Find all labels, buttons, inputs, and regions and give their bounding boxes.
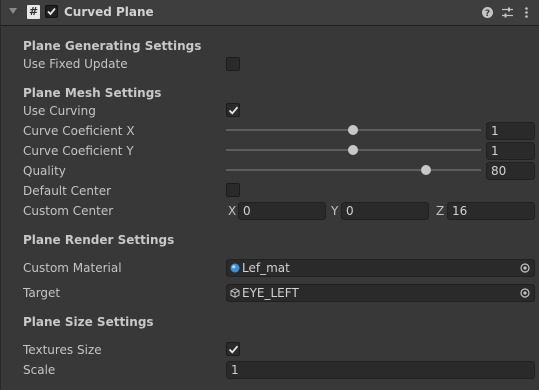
target-label: Target: [23, 286, 61, 300]
presets-icon[interactable]: [501, 6, 514, 19]
custom-center-x-input[interactable]: 0: [238, 202, 326, 220]
target-value: EYE_LEFT: [242, 286, 299, 300]
target-field[interactable]: EYE_LEFT: [226, 284, 535, 302]
quality-slider-track[interactable]: [226, 169, 481, 171]
section-render-settings: Plane Render Settings: [23, 233, 175, 247]
object-picker-icon[interactable]: [520, 263, 530, 273]
quality-label: Quality: [23, 164, 66, 178]
object-picker-icon[interactable]: [520, 288, 530, 298]
scale-input[interactable]: 1: [226, 361, 535, 379]
custom-material-value: Lef_mat: [242, 261, 290, 275]
curve-x-slider-thumb[interactable]: [348, 125, 358, 135]
use-fixed-update-checkbox[interactable]: [226, 57, 240, 71]
textures-size-label: Textures Size: [23, 343, 102, 357]
section-mesh-settings: Plane Mesh Settings: [23, 86, 162, 100]
custom-center-y-label: Y: [331, 204, 339, 218]
curve-x-label: Curve Coeficient X: [23, 124, 135, 138]
use-curving-label: Use Curving: [23, 104, 96, 118]
script-icon: #: [27, 5, 40, 19]
quality-input[interactable]: 80: [486, 162, 535, 180]
curve-y-slider-thumb[interactable]: [348, 145, 358, 155]
custom-center-z-input[interactable]: 16: [447, 202, 535, 220]
svg-text:?: ?: [485, 9, 490, 19]
custom-center-x-label: X: [228, 204, 237, 218]
gameobject-cube-icon: [230, 288, 240, 298]
default-center-label: Default Center: [23, 184, 112, 198]
checkmark-icon: [47, 7, 56, 16]
scale-label: Scale: [23, 363, 56, 377]
foldout-arrow-icon[interactable]: [9, 8, 17, 14]
custom-material-field[interactable]: Lef_mat: [226, 259, 535, 277]
component-title: Curved Plane: [64, 5, 154, 19]
quality-slider-thumb[interactable]: [421, 165, 431, 175]
curve-x-input[interactable]: 1: [486, 122, 535, 140]
custom-center-y-input[interactable]: 0: [341, 202, 429, 220]
section-generating-settings: Plane Generating Settings: [23, 39, 202, 53]
help-icon[interactable]: ?: [481, 6, 494, 19]
curve-y-input[interactable]: 1: [486, 142, 535, 160]
default-center-checkbox[interactable]: [226, 183, 240, 197]
kebab-menu-icon[interactable]: [520, 6, 533, 19]
material-icon: [230, 263, 240, 273]
section-size-settings: Plane Size Settings: [23, 315, 154, 329]
component-enabled-checkbox[interactable]: [45, 5, 58, 18]
inspector-component-panel: # Curved Plane ? Plane Generating Settin…: [0, 0, 539, 390]
checkmark-icon: [228, 106, 239, 115]
use-curving-checkbox[interactable]: [226, 103, 240, 117]
checkmark-icon: [228, 345, 239, 354]
curve-y-label: Curve Coeficient Y: [23, 144, 134, 158]
custom-center-z-label: Z: [436, 204, 445, 218]
custom-material-label: Custom Material: [23, 261, 122, 275]
use-fixed-update-label: Use Fixed Update: [23, 57, 128, 71]
textures-size-checkbox[interactable]: [226, 342, 240, 356]
component-header[interactable]: # Curved Plane ?: [1, 0, 539, 26]
custom-center-label: Custom Center: [23, 204, 114, 218]
